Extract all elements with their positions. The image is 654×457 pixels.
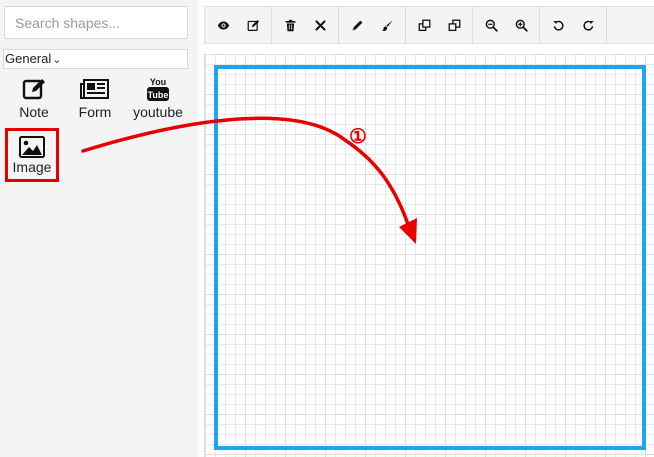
edit-icon: [247, 19, 259, 31]
step-number-label: ①: [349, 126, 367, 148]
category-select-value: General: [5, 51, 52, 66]
shape-form[interactable]: Form: [65, 76, 125, 124]
toolbar-group-history: [540, 7, 607, 43]
send-backward-icon: [448, 19, 460, 31]
brush-button[interactable]: [372, 7, 402, 43]
toolbar-group-delete: [272, 7, 339, 43]
redo-icon: [582, 20, 594, 31]
chevron-down-icon: ⌄: [52, 54, 62, 66]
pencil-button[interactable]: [342, 7, 372, 43]
clear-button[interactable]: [305, 7, 335, 43]
toolbar-group-zoom: [473, 7, 540, 43]
editor-toolbar: [204, 6, 654, 44]
youtube-icon: You Tube: [147, 77, 169, 101]
note-edit-icon: [22, 79, 45, 100]
send-backward-button[interactable]: [439, 7, 469, 43]
youtube-icon-text-top: You: [150, 77, 166, 87]
shape-image-label: Image: [12, 159, 52, 175]
bring-forward-icon: [418, 19, 430, 31]
shape-note-label: Note: [19, 104, 49, 120]
zoom-in-icon: [515, 19, 528, 32]
newspaper-form-icon: [80, 79, 109, 99]
undo-button[interactable]: [543, 7, 573, 43]
youtube-icon-text-bottom: Tube: [148, 90, 169, 100]
edit-button[interactable]: [238, 7, 268, 43]
search-shapes-input[interactable]: [4, 6, 188, 39]
shape-youtube[interactable]: You Tube youtube: [128, 76, 188, 124]
eye-icon: [217, 20, 229, 30]
zoom-out-button[interactable]: [476, 7, 506, 43]
shape-form-label: Form: [78, 104, 112, 120]
pencil-icon: [352, 20, 362, 30]
shape-sidebar: General⌄ Note Form You Tube youtube: [0, 0, 198, 457]
brush-icon: [381, 19, 393, 31]
close-icon: [314, 19, 326, 31]
delete-button[interactable]: [275, 7, 305, 43]
shape-note[interactable]: Note: [4, 76, 64, 124]
toolbar-group-view: [205, 7, 272, 43]
category-select[interactable]: General⌄: [3, 49, 188, 69]
canvas-drop-area-highlight: [214, 65, 646, 450]
zoom-in-button[interactable]: [506, 7, 536, 43]
image-icon: [19, 136, 45, 158]
trash-icon: [285, 19, 295, 31]
undo-icon: [552, 20, 564, 31]
preview-button[interactable]: [208, 7, 238, 43]
bring-forward-button[interactable]: [409, 7, 439, 43]
redo-button[interactable]: [573, 7, 603, 43]
toolbar-group-draw: [339, 7, 406, 43]
shape-youtube-label: youtube: [133, 104, 183, 120]
toolbar-group-order: [406, 7, 473, 43]
zoom-out-icon: [485, 19, 498, 32]
shape-image[interactable]: Image: [5, 128, 59, 182]
